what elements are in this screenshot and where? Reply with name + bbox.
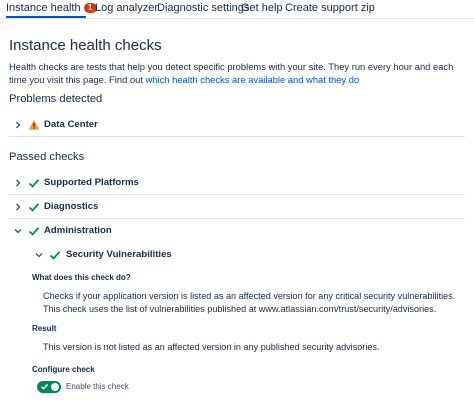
chevron-right-icon[interactable] bbox=[13, 178, 23, 188]
chevron-down-icon[interactable] bbox=[13, 226, 23, 236]
chevron-right-icon[interactable] bbox=[13, 120, 23, 130]
check-icon bbox=[28, 227, 40, 236]
chevron-down-icon[interactable] bbox=[34, 250, 44, 260]
check-label: Security Vulnerabilities bbox=[66, 249, 172, 260]
problems-heading: Problems detected bbox=[9, 93, 103, 105]
check-icon bbox=[41, 383, 49, 390]
tab-bar: Instance health 1 Log analyzer Diagnostic… bbox=[0, 0, 474, 19]
tab-divider bbox=[0, 18, 474, 19]
enable-check-toggle[interactable] bbox=[37, 381, 61, 393]
tab-diagnostic-settings[interactable]: Diagnostic settings bbox=[157, 2, 249, 14]
check-label: Administration bbox=[44, 225, 112, 236]
check-icon bbox=[28, 179, 40, 188]
check-label: Supported Platforms bbox=[44, 177, 139, 188]
passed-heading: Passed checks bbox=[9, 151, 85, 163]
check-icon bbox=[49, 251, 61, 260]
result-text: This version is not listed as an affecte… bbox=[43, 342, 380, 352]
tab-label: Create support zip bbox=[285, 2, 375, 14]
what-does-check-do-text: Checks if your application version is li… bbox=[43, 291, 456, 314]
tab-label: Get help bbox=[241, 2, 283, 14]
check-row-diagnostics[interactable]: Diagnostics bbox=[9, 196, 465, 219]
result-heading: Result bbox=[32, 324, 57, 333]
enable-check-label: Enable this check bbox=[66, 382, 129, 391]
configure-check-heading: Configure check bbox=[32, 365, 95, 374]
chevron-right-icon[interactable] bbox=[13, 202, 23, 212]
tab-label: Instance health bbox=[6, 2, 81, 14]
page-description: Health checks are tests that help you de… bbox=[9, 60, 471, 86]
tab-log-analyzer[interactable]: Log analyzer bbox=[95, 2, 158, 14]
tab-create-support-zip[interactable]: Create support zip bbox=[285, 2, 375, 14]
warning-icon bbox=[28, 120, 40, 130]
tab-get-help[interactable]: Get help bbox=[241, 2, 283, 14]
page-title: Instance health checks bbox=[9, 37, 162, 54]
health-checks-info-link[interactable]: which health checks are available and wh… bbox=[146, 74, 360, 85]
what-does-check-do-heading: What does this check do? bbox=[32, 273, 131, 282]
toggle-knob bbox=[51, 383, 59, 391]
check-icon bbox=[28, 203, 40, 212]
check-row-supported-platforms[interactable]: Supported Platforms bbox=[9, 172, 465, 195]
tab-instance-health[interactable]: Instance health 1 bbox=[6, 2, 97, 14]
tab-label: Log analyzer bbox=[95, 2, 158, 14]
check-row-data-center[interactable]: Data Center bbox=[9, 114, 465, 137]
check-label: Data Center bbox=[44, 119, 98, 130]
check-label: Diagnostics bbox=[44, 201, 99, 212]
tab-label: Diagnostic settings bbox=[157, 2, 250, 14]
check-row-administration[interactable]: Administration bbox=[9, 220, 465, 242]
check-row-security-vulnerabilities[interactable]: Security Vulnerabilities bbox=[31, 246, 461, 264]
